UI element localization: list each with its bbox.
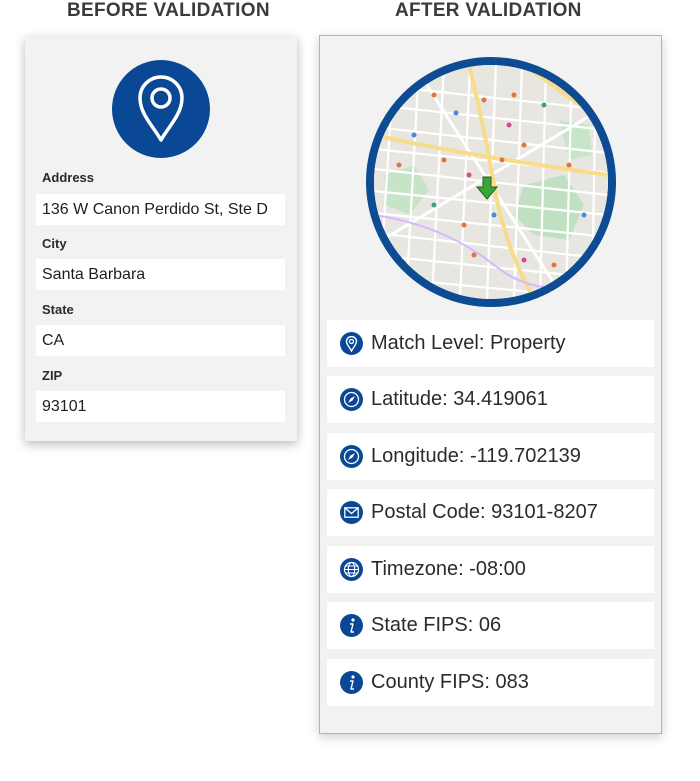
address-field[interactable]: 136 W Canon Perdido St, Ste D: [36, 194, 285, 225]
after-validation-card: Match Level: Property Latitude: 34.41906…: [319, 35, 662, 734]
street-map: [374, 65, 608, 299]
match-level-text: Match Level: Property: [371, 332, 566, 354]
location-pin-badge: [112, 60, 210, 158]
info-icon: [340, 671, 363, 694]
address-label: Address: [42, 170, 95, 185]
latitude-row: Latitude: 34.419061: [327, 376, 654, 423]
after-validation-heading: AFTER VALIDATION: [395, 0, 582, 21]
before-validation-heading: BEFORE VALIDATION: [67, 0, 270, 21]
county-fips-row: County FIPS: 083: [327, 659, 654, 706]
globe-icon: [340, 558, 363, 581]
state-fips-text: State FIPS: 06: [371, 614, 502, 636]
state-field[interactable]: CA: [36, 325, 285, 356]
timezone-text: Timezone: -08:00: [371, 558, 526, 580]
envelope-icon: [340, 501, 363, 524]
city-label: City: [42, 236, 67, 251]
before-validation-card: Address 136 W Canon Perdido St, Ste D Ci…: [25, 37, 297, 441]
compass-icon: [340, 445, 363, 468]
state-label: State: [42, 302, 74, 317]
postal-code-text: Postal Code: 93101-8207: [371, 501, 598, 523]
zip-label: ZIP: [42, 368, 63, 383]
timezone-row: Timezone: -08:00: [327, 546, 654, 593]
longitude-text: Longitude: -119.702139: [371, 445, 581, 467]
state-fips-row: State FIPS: 06: [327, 602, 654, 649]
compass-icon: [340, 388, 363, 411]
location-pin-icon: [138, 75, 184, 142]
zip-field[interactable]: 93101: [36, 391, 285, 422]
latitude-text: Latitude: 34.419061: [371, 388, 548, 410]
longitude-row: Longitude: -119.702139: [327, 433, 654, 480]
info-icon: [340, 614, 363, 637]
city-field[interactable]: Santa Barbara: [36, 259, 285, 290]
match-level-row: Match Level: Property: [327, 320, 654, 367]
postal-code-row: Postal Code: 93101-8207: [327, 489, 654, 536]
map-view[interactable]: [366, 57, 616, 307]
county-fips-text: County FIPS: 083: [371, 671, 529, 693]
location-pin-icon: [340, 332, 363, 355]
